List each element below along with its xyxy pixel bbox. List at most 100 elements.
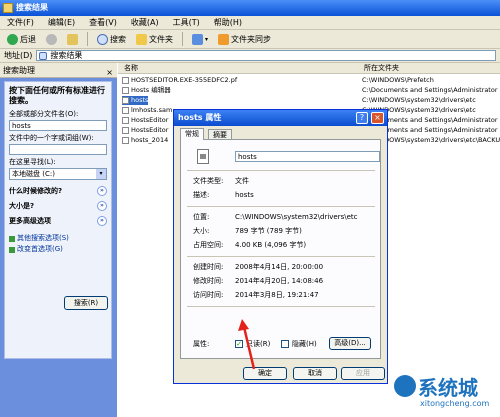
result-row[interactable]: HostsEditor	[122, 116, 168, 125]
file-icon	[122, 137, 129, 144]
column-folder[interactable]: 所在文件夹	[364, 63, 399, 74]
address-bar: 地址(D) 搜索结果	[0, 49, 500, 63]
expand-chevron-icon: »	[97, 201, 107, 211]
look-in-select[interactable]: 本地磁盘 (C:) ▾	[9, 168, 107, 180]
folder-sync-button[interactable]: 文件夹同步	[215, 31, 274, 47]
result-name: lmhosts.sam	[131, 106, 173, 114]
file-icon	[122, 107, 129, 114]
watermark: 系统城 xitongcheng.com	[392, 372, 500, 417]
help-icon[interactable]: ?	[356, 112, 368, 124]
back-arrow-icon	[7, 33, 18, 45]
menu-file[interactable]: 文件(F)	[0, 17, 41, 28]
file-name-label: 全部或部分文件名(O):	[9, 110, 79, 118]
result-name: HostsEditor	[131, 116, 169, 124]
expand-chevron-icon: »	[97, 216, 107, 226]
result-name: HostsEditor	[131, 126, 169, 134]
forward-button[interactable]	[43, 31, 60, 47]
cancel-button[interactable]: 取消	[293, 367, 337, 380]
change-preferences-link[interactable]: 改变首选项(G)	[9, 244, 107, 255]
size-option[interactable]: 大小是? »	[9, 199, 107, 214]
description-label: 描述:	[193, 191, 210, 199]
advanced-options[interactable]: 更多高级选项 »	[9, 214, 107, 229]
hidden-checkbox[interactable]	[281, 340, 289, 348]
chevron-down-icon: ▾	[96, 169, 106, 179]
file-type-value: 文件	[235, 177, 249, 185]
watermark-text: 系统城	[418, 376, 478, 400]
apply-button[interactable]: 应用	[341, 367, 385, 380]
chevron-down-icon: ▾	[205, 35, 209, 43]
disk-size-value: 4.00 KB (4,096 字节)	[235, 241, 307, 249]
close-icon[interactable]: ×	[106, 65, 113, 80]
menu-edit[interactable]: 编辑(E)	[41, 17, 82, 28]
watermark-logo	[394, 375, 416, 397]
menu-tools[interactable]: 工具(T)	[166, 17, 207, 28]
folders-button[interactable]: 文件夹	[133, 31, 176, 47]
modified-value: 2014年4月20日, 14:08:46	[235, 277, 324, 285]
folders-icon	[136, 33, 147, 45]
look-in-label: 在这里寻找(L):	[9, 158, 56, 166]
result-name: Hosts 编辑器	[131, 86, 171, 94]
file-name-input[interactable]: hosts	[9, 120, 107, 131]
result-row[interactable]: HostsEditor	[122, 126, 168, 135]
arrow-shaft	[242, 326, 256, 370]
modified-label: 修改时间:	[193, 277, 224, 285]
result-row[interactable]: hosts_2014	[122, 136, 168, 145]
menu-help[interactable]: 帮助(H)	[207, 17, 249, 28]
column-name[interactable]: 名称	[124, 63, 138, 74]
word-phrase-label: 文件中的一个字或词组(W):	[9, 134, 94, 142]
search-pane-title: 按下面任何或所有标准进行搜索。	[9, 86, 105, 105]
other-search-options-link[interactable]: 其他搜索选项(S)	[9, 233, 107, 244]
file-icon	[122, 117, 129, 124]
file-name-field[interactable]: hosts	[235, 151, 380, 162]
result-name: hosts	[131, 96, 149, 104]
close-icon[interactable]: ×	[371, 112, 384, 124]
result-row[interactable]: HOSTSEDITOR.EXE-355EDFC2.pf	[122, 76, 237, 85]
when-modified-option[interactable]: 什么时候修改的? »	[9, 184, 107, 199]
accessed-label: 访问时间:	[193, 291, 224, 299]
menu-view[interactable]: 查看(V)	[82, 17, 124, 28]
location-value: C:\WINDOWS\system32\drivers\etc	[235, 213, 358, 221]
up-button[interactable]	[64, 31, 81, 47]
file-icon	[197, 149, 209, 164]
search-results-icon	[39, 51, 48, 60]
result-row[interactable]: Hosts 编辑器	[122, 86, 171, 95]
arrow-bullet-icon	[9, 235, 15, 242]
column-header-row: 名称 所在文件夹	[118, 63, 500, 74]
disk-size-label: 占用空间:	[193, 241, 224, 249]
size-value: 789 字节 (789 字节)	[235, 227, 302, 235]
result-row[interactable]: hosts	[122, 96, 149, 105]
magnifier-icon	[97, 33, 108, 45]
divider	[187, 206, 375, 207]
attributes-label: 属性:	[193, 340, 210, 348]
file-icon	[122, 127, 129, 134]
address-label: 地址(D)	[4, 51, 33, 60]
properties-dialog: hosts 属性 ? × 常规 摘要 hosts 文件类型: 文件 描述: ho…	[173, 109, 388, 384]
file-icon	[122, 97, 129, 104]
description-value: hosts	[235, 191, 254, 199]
menu-bar: 文件(F) 编辑(E) 查看(V) 收藏(A) 工具(T) 帮助(H)	[0, 16, 500, 30]
search-criteria-box: 按下面任何或所有标准进行搜索。 全部或部分文件名(O): hosts 文件中的一…	[4, 81, 112, 359]
hidden-label: 隐藏(H)	[292, 340, 317, 348]
search-submit-button[interactable]: 搜索(R)	[64, 296, 108, 310]
result-folder: C:\WINDOWS\system32\drivers\etc	[362, 96, 476, 104]
menu-favorites[interactable]: 收藏(A)	[124, 17, 166, 28]
toolbar-separator	[87, 32, 88, 46]
file-type-label: 文件类型:	[193, 177, 224, 185]
views-icon	[192, 33, 203, 45]
file-icon	[122, 87, 129, 94]
folder-up-icon	[67, 33, 78, 45]
address-field[interactable]: 搜索结果	[36, 50, 497, 61]
toolbar: 后退 搜索 文件夹 ▾ 文件夹同步	[0, 30, 500, 49]
watermark-url: xitongcheng.com	[420, 399, 490, 408]
arrow-head	[238, 319, 249, 331]
tab-general[interactable]: 常规	[180, 128, 204, 140]
result-row[interactable]: lmhosts.sam	[122, 106, 172, 115]
views-button[interactable]: ▾	[189, 31, 211, 47]
advanced-button[interactable]: 高级(D)...	[329, 337, 371, 350]
back-button[interactable]: 后退	[4, 31, 39, 47]
search-button[interactable]: 搜索	[94, 31, 129, 47]
result-folder: C:\Documents and Settings\Administrator	[362, 86, 498, 94]
created-value: 2008年4月14日, 20:00:00	[235, 263, 324, 271]
word-phrase-input[interactable]	[9, 144, 107, 155]
general-tab-panel: hosts 文件类型: 文件 描述: hosts 位置: C:\WINDOWS\…	[180, 139, 381, 359]
